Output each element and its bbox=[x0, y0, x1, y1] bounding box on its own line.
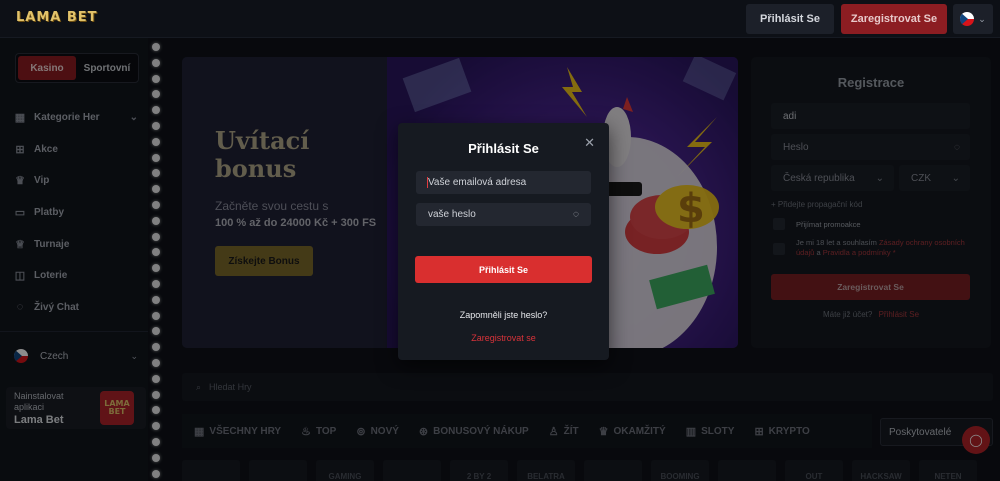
czech-flag-icon bbox=[960, 12, 975, 26]
header-login-button[interactable]: Přihlásit Se bbox=[746, 4, 834, 34]
password-field[interactable]: vaše heslo ◌ bbox=[416, 203, 591, 226]
login-modal: Přihlásit Se ✕ Vaše emailová adresa vaše… bbox=[398, 123, 609, 360]
forgot-password-link[interactable]: Zapomněli jste heslo? bbox=[398, 310, 609, 320]
login-modal-title: Přihlásit Se bbox=[468, 141, 539, 156]
close-icon[interactable]: ✕ bbox=[584, 135, 595, 151]
email-placeholder: Vaše emailová adresa bbox=[428, 177, 527, 188]
chevron-down-icon: ⌄ bbox=[978, 13, 986, 24]
password-placeholder: vaše heslo bbox=[428, 209, 476, 220]
site-logo[interactable]: LAMA BET bbox=[16, 10, 98, 25]
register-link[interactable]: Zaregistrovat se bbox=[398, 333, 609, 343]
text-caret bbox=[427, 177, 428, 188]
language-selector[interactable]: ⌄ bbox=[953, 4, 993, 34]
login-submit-button[interactable]: Přihlásit Se bbox=[415, 256, 592, 283]
email-field[interactable]: Vaše emailová adresa bbox=[416, 171, 591, 194]
eye-icon[interactable]: ◌ bbox=[573, 209, 579, 220]
header-register-button[interactable]: Zaregistrovat Se bbox=[841, 4, 947, 34]
top-header: LAMA BET Přihlásit Se Zaregistrovat Se ⌄ bbox=[0, 0, 1000, 38]
